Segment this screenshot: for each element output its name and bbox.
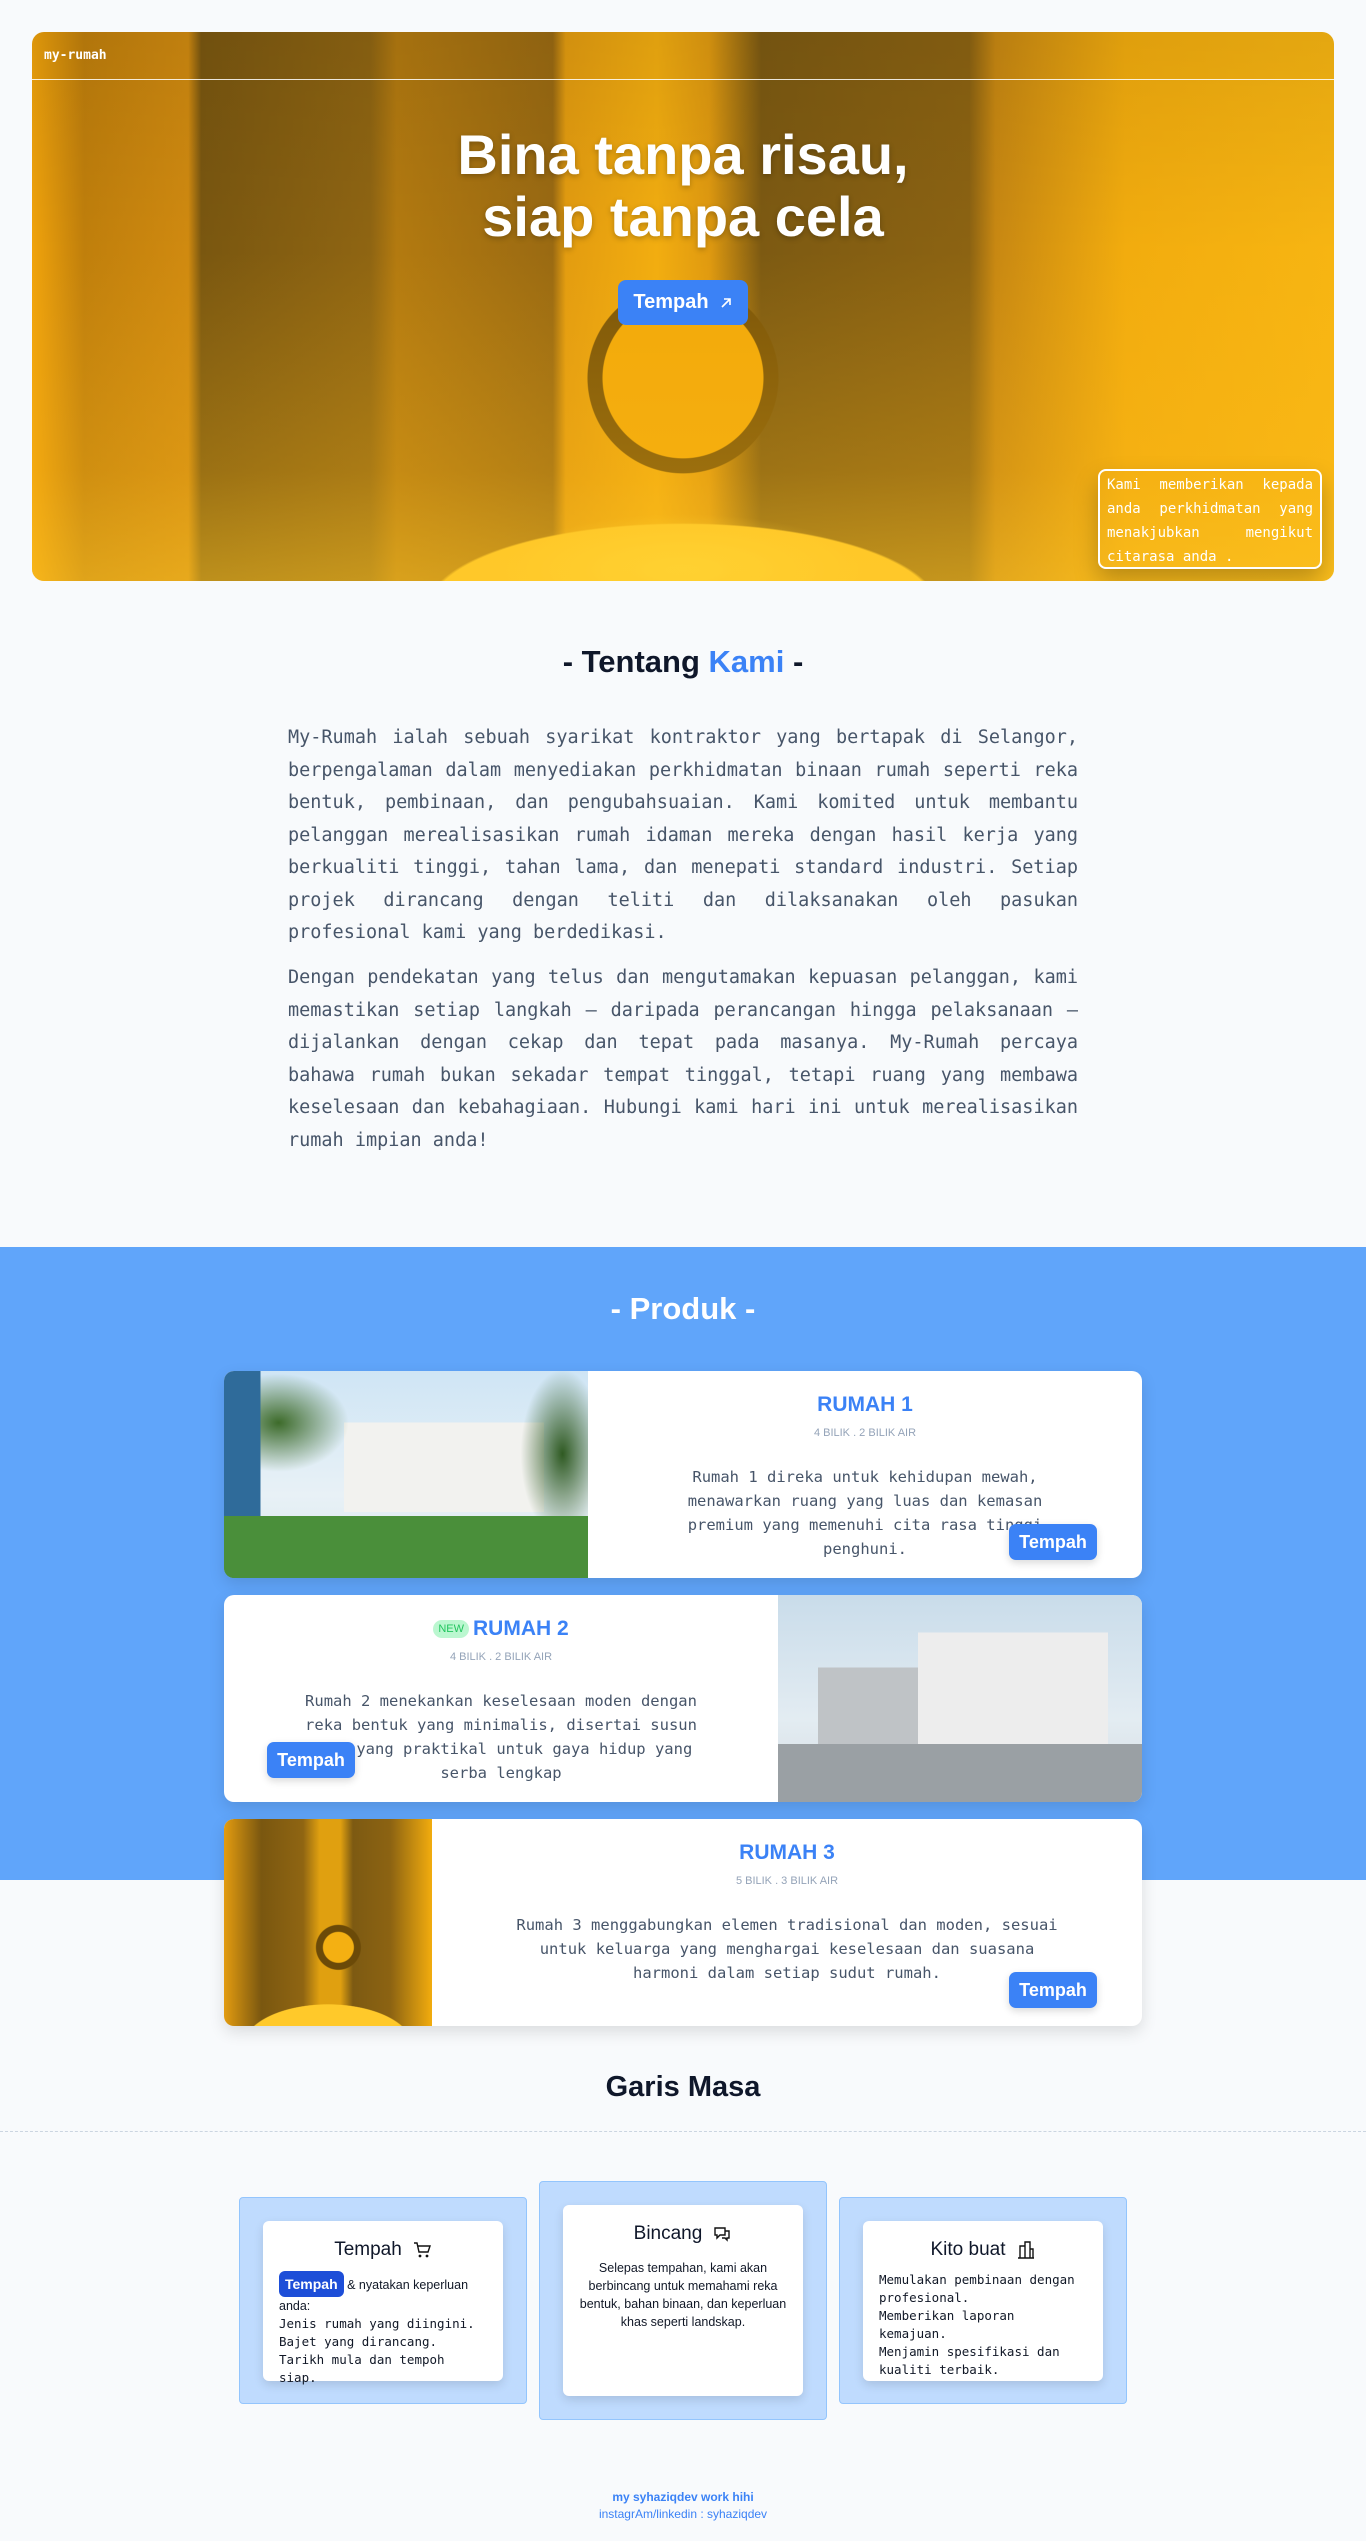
- product-card-3: RUMAH 3 5 BILIK . 3 BILIK AIR Rumah 3 me…: [224, 1819, 1142, 2026]
- timeline-step-title: Tempah: [334, 2239, 402, 2260]
- timeline-step-title: Bincang: [633, 2223, 703, 2244]
- timeline-step-header: Kito buat: [879, 2239, 1087, 2261]
- book-button-1[interactable]: Tempah: [1009, 1524, 1097, 1560]
- timeline-card-2: Bincang Selepas tempahan, kami akan berb…: [563, 2205, 803, 2396]
- timeline-card-3: Kito buat Memulakan pembinaan dengan pro…: [863, 2221, 1103, 2381]
- product-card-1: RUMAH 1 4 BILIK . 2 BILIK AIR Rumah 1 di…: [224, 1371, 1142, 1578]
- product-image-2: [778, 1595, 1142, 1802]
- product-image-3: [224, 1819, 432, 2026]
- hero-title: Bina tanpa risau, siap tanpa cela: [32, 124, 1334, 248]
- timeline-step-header: Bincang: [579, 2223, 787, 2245]
- timeline-line: Menjamin spesifikasi dan kualiti terbaik…: [879, 2344, 1060, 2377]
- timeline-line: Jenis rumah yang diingini.: [279, 2316, 475, 2331]
- about-title: - Tentang Kami -: [0, 644, 1366, 680]
- footer-social[interactable]: instagrAm/linkedin : syhaziqdev: [0, 2507, 1366, 2521]
- product-name-text: RUMAH 2: [473, 1617, 569, 1640]
- book-button-2[interactable]: Tempah: [267, 1742, 355, 1778]
- hero-note: Kami memberikan kepada anda perkhidmatan…: [1098, 469, 1322, 569]
- nav-divider: [32, 79, 1334, 80]
- product-meta: 5 BILIK . 3 BILIK AIR: [735, 1875, 839, 1887]
- timeline-step-text: Tempah & nyatakan keperluan anda: Jenis …: [279, 2271, 487, 2387]
- about-title-accent: Kami: [708, 644, 785, 679]
- hero-book-button[interactable]: Tempah: [618, 280, 748, 325]
- hero-banner: my-rumah Bina tanpa risau, siap tanpa ce…: [32, 32, 1334, 581]
- product-description: Rumah 3 menggabungkan elemen tradisional…: [516, 1916, 1058, 1982]
- timeline-step-3: Kito buat Memulakan pembinaan dengan pro…: [839, 2197, 1127, 2404]
- timeline-step-text: Selepas tempahan, kami akan berbincang u…: [579, 2261, 787, 2329]
- hero-book-label: Tempah: [633, 291, 709, 313]
- footer-credit: my syhaziqdev work hihi: [612, 2490, 754, 2504]
- timeline-step-header: Tempah: [279, 2239, 487, 2261]
- hero-title-line1: Bina tanpa risau,: [457, 123, 909, 186]
- timeline-card-1: Tempah Tempah & nyatakan keperluan anda:…: [263, 2221, 503, 2385]
- about-title-prefix: - Tentang: [562, 644, 709, 679]
- about-paragraph-2: Dengan pendekatan yang telus dan menguta…: [288, 967, 1078, 1151]
- product-meta: 4 BILIK . 2 BILIK AIR: [449, 1651, 553, 1663]
- brand-logo[interactable]: my-rumah: [44, 48, 107, 63]
- cart-icon: [413, 2242, 431, 2258]
- hero-title-line2: siap tanpa cela: [482, 185, 884, 248]
- footer: my syhaziqdev work hihi instagrAm/linked…: [0, 2490, 1366, 2521]
- timeline-step-title: Kito buat: [930, 2239, 1006, 2260]
- timeline-step-2: Bincang Selepas tempahan, kami akan berb…: [539, 2181, 827, 2420]
- timeline-divider: [0, 2131, 1366, 2132]
- timeline-line: Memulakan pembinaan dengan profesional.: [879, 2272, 1075, 2305]
- product-name: RUMAH 1: [817, 1393, 913, 1416]
- building-icon: [1017, 2241, 1034, 2259]
- chat-icon: [714, 2227, 731, 2242]
- book-badge[interactable]: Tempah: [279, 2271, 344, 2297]
- timeline-step-1: Tempah Tempah & nyatakan keperluan anda:…: [239, 2197, 527, 2404]
- timeline-line: Bajet yang dirancang.: [279, 2334, 438, 2349]
- product-card-2: NEW RUMAH 2 4 BILIK . 2 BILIK AIR Rumah 2…: [224, 1595, 1142, 1802]
- arrow-up-right-icon: [721, 297, 731, 308]
- product-meta: 4 BILIK . 2 BILIK AIR: [813, 1427, 917, 1439]
- about-paragraph-1: My-Rumah ialah sebuah syarikat kontrakto…: [288, 727, 1078, 943]
- timeline-step-text: Memulakan pembinaan dengan profesional. …: [879, 2271, 1087, 2379]
- product-image-1: [224, 1371, 588, 1578]
- about-title-suffix: -: [784, 644, 804, 679]
- book-button-3[interactable]: Tempah: [1009, 1972, 1097, 2008]
- timeline-title: Garis Masa: [605, 2071, 761, 2103]
- timeline-line: Tarikh mula dan tempoh siap.: [279, 2352, 445, 2385]
- new-badge: NEW: [433, 1620, 469, 1639]
- product-name: RUMAH 3: [739, 1841, 835, 1864]
- products-title: - Produk -: [610, 1291, 756, 1326]
- timeline-line: Memberikan laporan kemajuan.: [879, 2308, 1015, 2341]
- product-name: NEW RUMAH 2: [224, 1617, 778, 1641]
